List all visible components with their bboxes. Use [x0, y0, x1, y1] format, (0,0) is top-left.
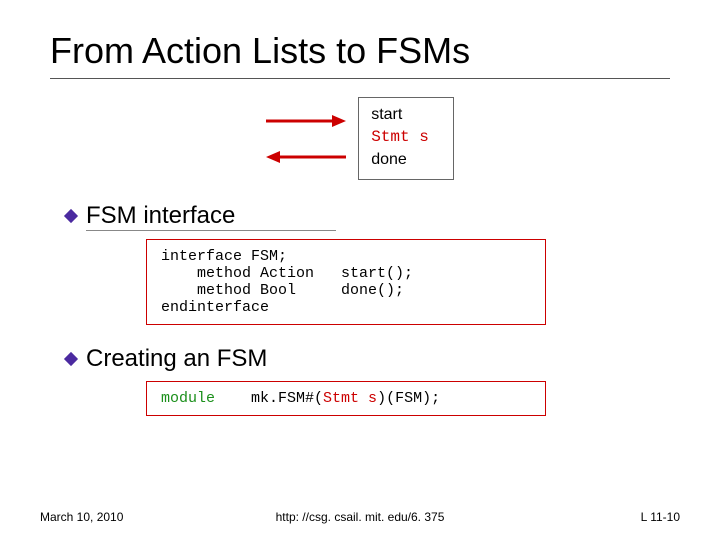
bullet-label: Creating an FSM [86, 345, 267, 373]
arrow-right-icon [266, 115, 346, 127]
diagram-done-label: done [371, 149, 429, 171]
slide-title: From Action Lists to FSMs [50, 30, 670, 72]
diagram-start-label: start [371, 104, 429, 126]
code-interface-box: interface FSM; method Action start(); me… [146, 239, 546, 325]
fsm-diagram: start Stmt s done [150, 97, 570, 180]
diagram-stmt-label: Stmt s [371, 126, 429, 148]
diagram-box: start Stmt s done [358, 97, 454, 180]
diagram-arrows [266, 115, 346, 163]
footer-link: http: //csg. csail. mit. edu/6. 375 [276, 510, 445, 524]
arrow-left-icon [266, 151, 346, 163]
module-call-part1: mk.FSM#( [215, 390, 323, 407]
diamond-icon [64, 352, 78, 366]
code-module-box: module mk.FSM#(Stmt s)(FSM); [146, 381, 546, 416]
diamond-icon [64, 209, 78, 223]
bullet-label: FSM interface [86, 202, 235, 230]
module-keyword: module [161, 390, 215, 407]
bullet-fsm-interface: FSM interface [66, 202, 670, 230]
module-call-part2: )(FSM); [377, 390, 440, 407]
footer-page-number: L 11-10 [641, 510, 680, 524]
bullet-underline [86, 230, 336, 231]
title-underline [50, 78, 670, 79]
bullet-creating-fsm: Creating an FSM [66, 345, 670, 373]
module-stmt-param: Stmt s [323, 390, 377, 407]
slide-footer: March 10, 2010 http: //csg. csail. mit. … [0, 510, 720, 524]
footer-date: March 10, 2010 [40, 510, 123, 524]
